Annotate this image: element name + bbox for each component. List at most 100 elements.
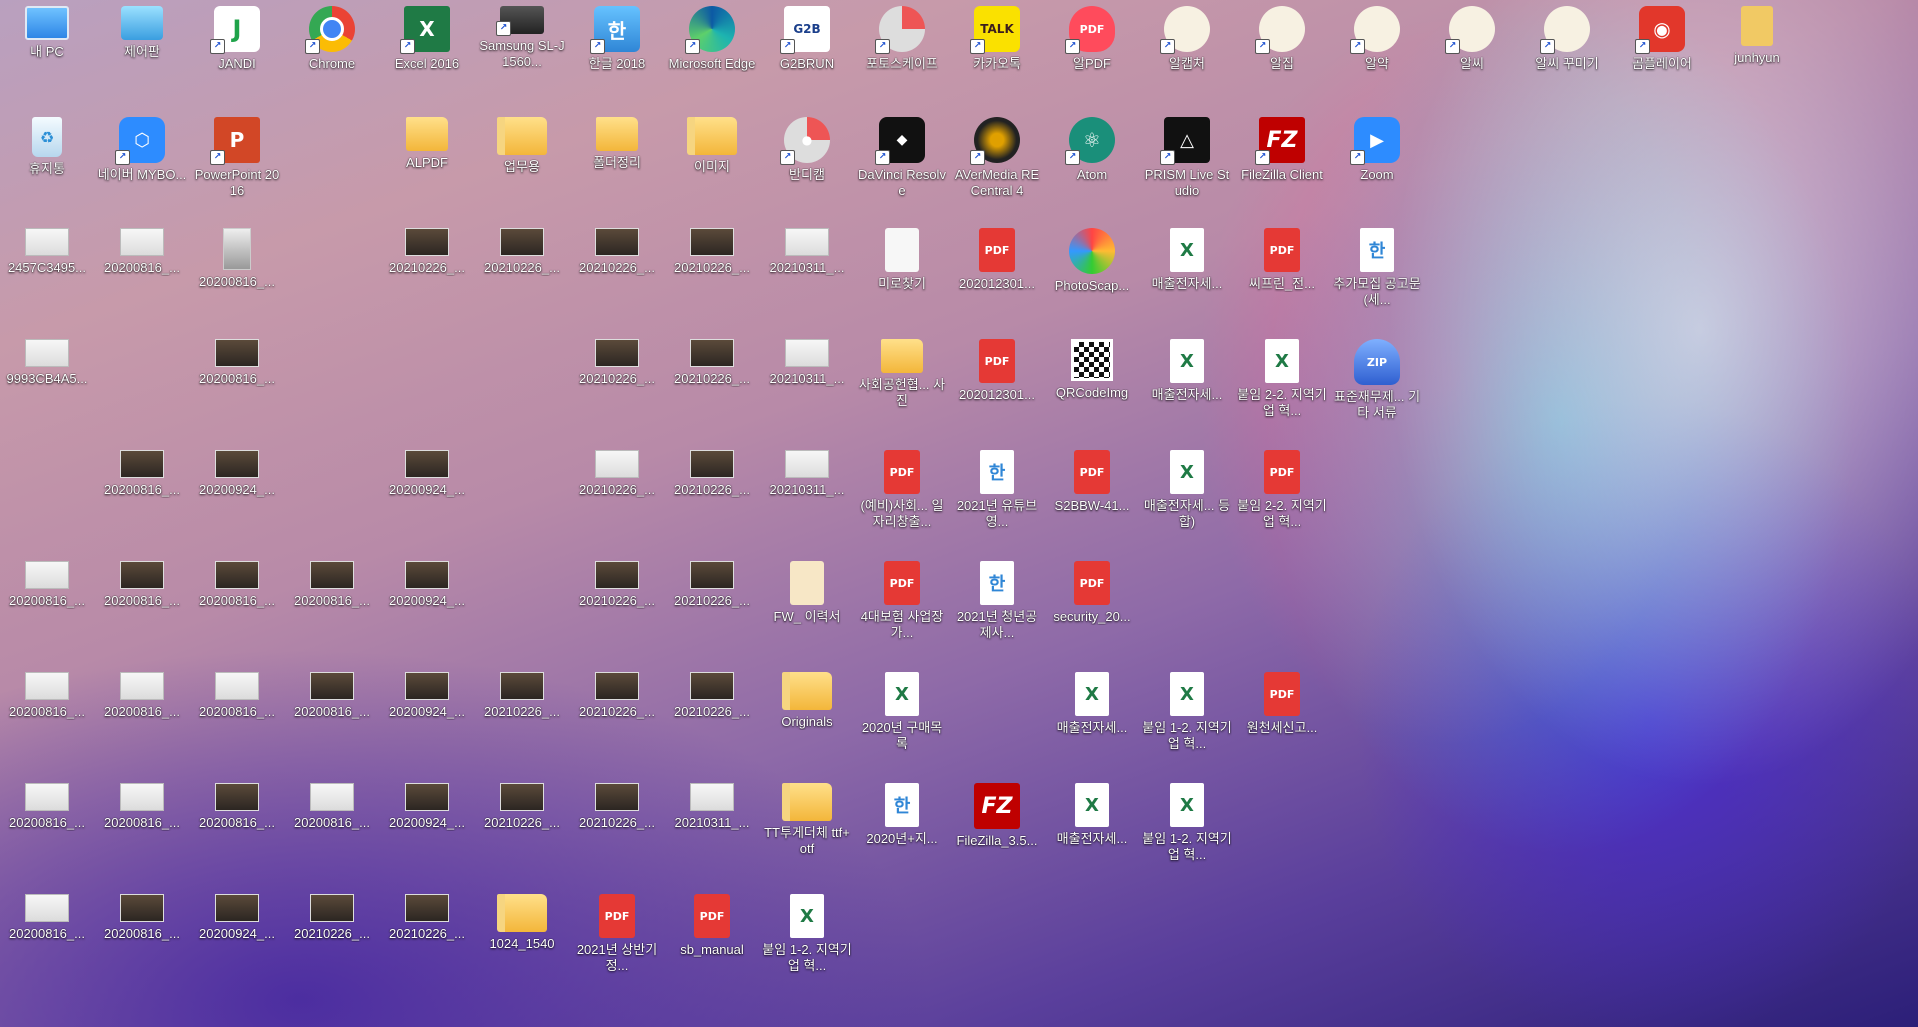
- desktop-icon[interactable]: X 매출전자세...: [1142, 222, 1232, 326]
- desktop-icon[interactable]: ↗ 알약: [1332, 0, 1422, 104]
- desktop-icon[interactable]: 20210226_...: [572, 444, 662, 548]
- desktop-icon[interactable]: ALPDF: [382, 111, 472, 215]
- desktop-icon[interactable]: 20210226_...: [382, 222, 472, 326]
- desktop-icon[interactable]: 20210226_...: [667, 555, 757, 659]
- desktop-icon[interactable]: 20200816_...: [97, 444, 187, 548]
- desktop-icon[interactable]: ↗ Samsung SL-J1560...: [477, 0, 567, 104]
- desktop-icon[interactable]: X 매출전자세... 등합): [1142, 444, 1232, 548]
- desktop-icon[interactable]: PDF ↗ 알PDF: [1047, 0, 1137, 104]
- desktop-icon[interactable]: 20200924_...: [382, 777, 472, 881]
- desktop-icon[interactable]: 20200924_...: [382, 444, 472, 548]
- desktop-icon[interactable]: G2B ↗ G2BRUN: [762, 0, 852, 104]
- desktop-icon[interactable]: PhotoScap...: [1047, 222, 1137, 326]
- desktop-icon[interactable]: ◉ ↗ 곰플레이어: [1617, 0, 1707, 104]
- desktop-icon[interactable]: X 매출전자세...: [1047, 666, 1137, 770]
- desktop-icon[interactable]: X 매출전자세...: [1047, 777, 1137, 881]
- desktop-icon[interactable]: 20200924_...: [382, 666, 472, 770]
- desktop-icon[interactable]: X 2020년 구매목록: [857, 666, 947, 770]
- desktop-icon[interactable]: 업무용: [477, 111, 567, 215]
- desktop-icon[interactable]: 20200924_...: [192, 888, 282, 992]
- desktop-icon[interactable]: 1024_1540: [477, 888, 567, 992]
- desktop-icon[interactable]: 20200816_...: [192, 777, 282, 881]
- desktop-icon[interactable]: 한 2021년 청년공제사...: [952, 555, 1042, 659]
- desktop-icon[interactable]: ↗ AVerMedia RECentral 4: [952, 111, 1042, 215]
- desktop-icon[interactable]: 20210226_...: [572, 222, 662, 326]
- desktop-icon[interactable]: QRCodeImg: [1047, 333, 1137, 437]
- desktop-icon[interactable]: junhyun: [1712, 0, 1802, 104]
- desktop-icon[interactable]: 20200816_...: [97, 555, 187, 659]
- desktop-icon[interactable]: ♻ 휴지통: [2, 111, 92, 215]
- desktop-icon[interactable]: 20210311_...: [762, 333, 852, 437]
- desktop-icon[interactable]: 20200924_...: [382, 555, 472, 659]
- desktop-icon[interactable]: FW_ 이력서: [762, 555, 852, 659]
- desktop-icon[interactable]: 20200816_...: [97, 666, 187, 770]
- desktop-icon[interactable]: PDF 씨프린_전...: [1237, 222, 1327, 326]
- desktop-icon[interactable]: 이미지: [667, 111, 757, 215]
- desktop-icon[interactable]: 20210226_...: [477, 222, 567, 326]
- desktop-icon[interactable]: 20200816_...: [192, 555, 282, 659]
- desktop-icon[interactable]: 폴더정리: [572, 111, 662, 215]
- desktop-icon[interactable]: 20210226_...: [667, 333, 757, 437]
- desktop-icon[interactable]: X 붙임 1-2. 지역기업 혁...: [762, 888, 852, 992]
- desktop-icon[interactable]: 내 PC: [2, 0, 92, 104]
- desktop-icon[interactable]: 20210226_...: [572, 666, 662, 770]
- desktop-icon[interactable]: 한 2021년 유튜브 영...: [952, 444, 1042, 548]
- desktop-icon[interactable]: FZ ↗ FileZilla Client: [1237, 111, 1327, 215]
- desktop-icon[interactable]: ↗ 알캡처: [1142, 0, 1232, 104]
- desktop-icon[interactable]: 20210226_...: [572, 555, 662, 659]
- desktop-icon[interactable]: ▶ ↗ Zoom: [1332, 111, 1422, 215]
- desktop-icon[interactable]: ↗ 알씨 꾸미기: [1522, 0, 1612, 104]
- desktop-icon[interactable]: 20200816_...: [192, 333, 282, 437]
- desktop-icon[interactable]: 20210226_...: [667, 666, 757, 770]
- desktop-icon[interactable]: 20200816_...: [97, 222, 187, 326]
- desktop-icon[interactable]: 한 2020년+지...: [857, 777, 947, 881]
- desktop-icon[interactable]: 20200816_...: [192, 222, 282, 326]
- desktop-icon[interactable]: 미로찾기: [857, 222, 947, 326]
- desktop-icon[interactable]: PDF 붙임 2-2. 지역기업 혁...: [1237, 444, 1327, 548]
- desktop-icon[interactable]: 20200816_...: [97, 888, 187, 992]
- desktop-icon[interactable]: 한 추가모집 공고문(세...: [1332, 222, 1422, 326]
- desktop-icon[interactable]: ● ↗ 반디캠: [762, 111, 852, 215]
- desktop-icon[interactable]: ZIP 표준재무제... 기타 서류: [1332, 333, 1422, 437]
- desktop-icon[interactable]: 20200816_...: [192, 666, 282, 770]
- desktop-icon[interactable]: 20210226_...: [477, 777, 567, 881]
- desktop-icon[interactable]: △ ↗ PRISM Live Studio: [1142, 111, 1232, 215]
- desktop-icon[interactable]: ↗ Chrome: [287, 0, 377, 104]
- desktop-icon[interactable]: 20210226_...: [382, 888, 472, 992]
- desktop-icon[interactable]: 20210226_...: [572, 777, 662, 881]
- desktop-icon[interactable]: ↗ 알집: [1237, 0, 1327, 104]
- desktop-icon[interactable]: X 붙임 2-2. 지역기업 혁...: [1237, 333, 1327, 437]
- desktop-icon[interactable]: 20200924_...: [192, 444, 282, 548]
- desktop-icon[interactable]: 9993CB4A5...: [2, 333, 92, 437]
- desktop-icon[interactable]: 20200816_...: [2, 666, 92, 770]
- desktop-icon[interactable]: 20210226_...: [287, 888, 377, 992]
- desktop-icon[interactable]: 2457C3495...: [2, 222, 92, 326]
- desktop-icon[interactable]: 20210311_...: [762, 222, 852, 326]
- desktop-icon[interactable]: 20200816_...: [97, 777, 187, 881]
- desktop-icon[interactable]: 20210311_...: [667, 777, 757, 881]
- desktop-icon[interactable]: 20200816_...: [2, 555, 92, 659]
- desktop-icon[interactable]: 20200816_...: [287, 666, 377, 770]
- desktop-icon[interactable]: 20210226_...: [572, 333, 662, 437]
- desktop-icon[interactable]: 20210226_...: [667, 444, 757, 548]
- desktop-icon[interactable]: TT투게더체 ttf+otf: [762, 777, 852, 881]
- desktop-icon[interactable]: 20210226_...: [477, 666, 567, 770]
- desktop-icon[interactable]: X 붙임 1-2. 지역기업 혁...: [1142, 777, 1232, 881]
- desktop-icon[interactable]: X 붙임 1-2. 지역기업 혁...: [1142, 666, 1232, 770]
- desktop-icon[interactable]: ⚛ ↗ Atom: [1047, 111, 1137, 215]
- desktop-icon[interactable]: ◆ ↗ DaVinci Resolve: [857, 111, 947, 215]
- desktop-icon[interactable]: 20200816_...: [287, 555, 377, 659]
- desktop-icon[interactable]: PDF 202012301...: [952, 222, 1042, 326]
- desktop-icon[interactable]: TALK ↗ 카카오톡: [952, 0, 1042, 104]
- desktop-icon[interactable]: PDF (예비)사회... 일자리창출...: [857, 444, 947, 548]
- desktop-icon[interactable]: 사회공헌협... 사진: [857, 333, 947, 437]
- desktop-icon[interactable]: P ↗ PowerPoint 2016: [192, 111, 282, 215]
- desktop-icon[interactable]: PDF sb_manual: [667, 888, 757, 992]
- desktop-icon[interactable]: PDF 2021년 상반기 정...: [572, 888, 662, 992]
- desktop-icon[interactable]: PDF 4대보험 사업장 가...: [857, 555, 947, 659]
- desktop-icon[interactable]: ↗ 알씨: [1427, 0, 1517, 104]
- desktop-icon[interactable]: J ↗ JANDI: [192, 0, 282, 104]
- desktop-icon[interactable]: ↗ 포토스케이프: [857, 0, 947, 104]
- desktop-icon[interactable]: 20200816_...: [2, 888, 92, 992]
- desktop-icon[interactable]: 20200816_...: [2, 777, 92, 881]
